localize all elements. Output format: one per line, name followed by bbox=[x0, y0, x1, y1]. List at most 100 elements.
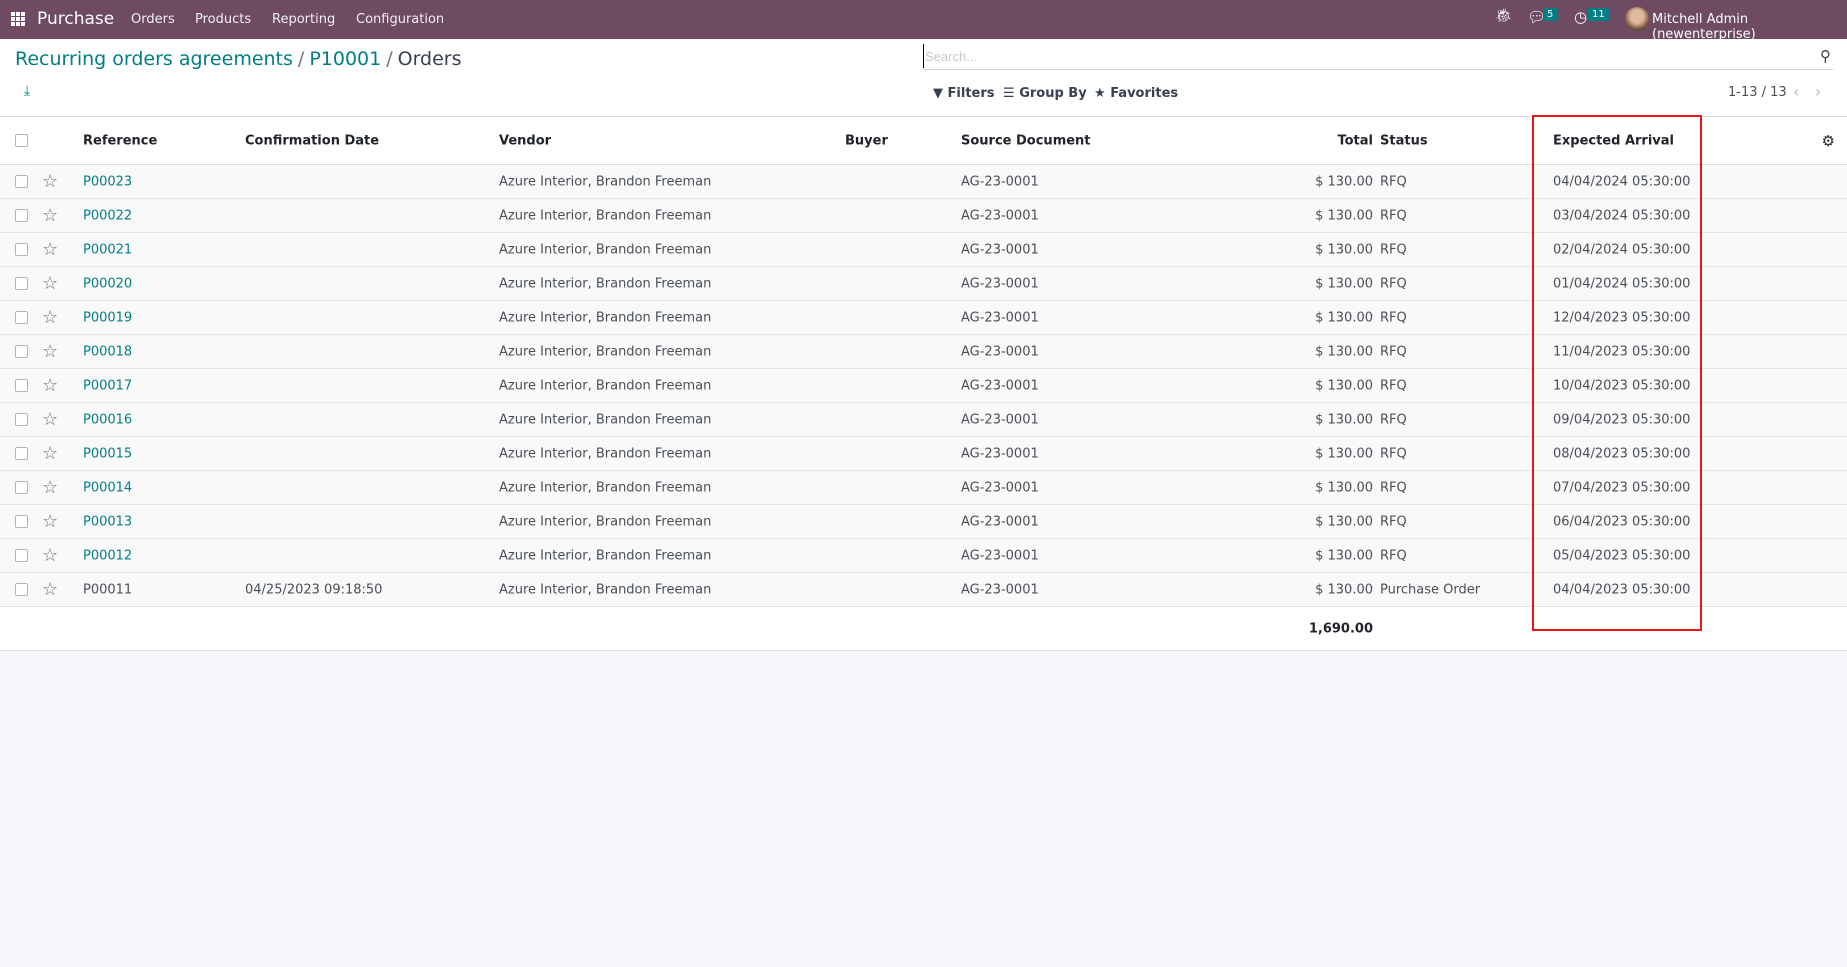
row-checkbox[interactable] bbox=[15, 548, 28, 562]
cell-source-document: AG-23-0001 bbox=[961, 548, 1039, 563]
table-row[interactable]: ☆ P00019 Azure Interior, Brandon Freeman AG… bbox=[0, 301, 1847, 335]
pager-next-icon[interactable]: › bbox=[1815, 82, 1821, 101]
row-checkbox[interactable] bbox=[15, 208, 28, 222]
header-buyer[interactable]: Buyer bbox=[845, 133, 888, 148]
cell-source-document: AG-23-0001 bbox=[961, 344, 1039, 359]
cell-status: RFQ bbox=[1380, 208, 1407, 223]
user-menu[interactable]: Mitchell Admin (newenterprise) bbox=[1652, 12, 1847, 42]
table-header: Reference Confirmation Date Vendor Buyer… bbox=[0, 117, 1847, 165]
cell-expected-arrival: 07/04/2023 05:30:00 bbox=[1553, 480, 1691, 495]
select-all-checkbox[interactable] bbox=[15, 133, 28, 147]
priority-star-icon[interactable]: ☆ bbox=[42, 239, 58, 260]
table-row[interactable]: ☆ P00023 Azure Interior, Brandon Freeman AG… bbox=[0, 165, 1847, 199]
group-by-label: Group By bbox=[1019, 86, 1087, 101]
cell-reference: P00015 bbox=[83, 446, 133, 461]
row-checkbox[interactable] bbox=[15, 378, 28, 392]
cell-reference: P00017 bbox=[83, 378, 133, 393]
search-input[interactable] bbox=[923, 44, 1793, 68]
cell-vendor: Azure Interior, Brandon Freeman bbox=[499, 582, 712, 597]
header-reference[interactable]: Reference bbox=[83, 133, 157, 148]
header-source-document[interactable]: Source Document bbox=[961, 133, 1091, 148]
optional-columns-sliders-icon[interactable]: ⚙ bbox=[1822, 132, 1835, 150]
activities-clock-icon[interactable]: ◷ bbox=[1574, 8, 1587, 26]
filters-button[interactable]: ▼ Filters bbox=[933, 86, 995, 101]
breadcrumb-p10001[interactable]: P10001 bbox=[309, 48, 381, 70]
header-vendor[interactable]: Vendor bbox=[499, 133, 551, 148]
table-row[interactable]: ☆ P00021 Azure Interior, Brandon Freeman AG… bbox=[0, 233, 1847, 267]
table-row[interactable]: ☆ P00013 Azure Interior, Brandon Freeman AG… bbox=[0, 505, 1847, 539]
table-row[interactable]: ☆ P00017 Azure Interior, Brandon Freeman AG… bbox=[0, 369, 1847, 403]
menu-orders[interactable]: Orders bbox=[131, 12, 175, 27]
cell-vendor: Azure Interior, Brandon Freeman bbox=[499, 276, 712, 291]
priority-star-icon[interactable]: ☆ bbox=[42, 171, 58, 192]
table-row[interactable]: ☆ P00020 Azure Interior, Brandon Freeman AG… bbox=[0, 267, 1847, 301]
table-row[interactable]: ☆ P00016 Azure Interior, Brandon Freeman AG… bbox=[0, 403, 1847, 437]
breadcrumb-agreements[interactable]: Recurring orders agreements bbox=[15, 48, 293, 70]
priority-star-icon[interactable]: ☆ bbox=[42, 579, 58, 600]
row-checkbox[interactable] bbox=[15, 480, 28, 494]
row-checkbox[interactable] bbox=[15, 412, 28, 426]
row-checkbox[interactable] bbox=[15, 446, 28, 460]
group-by-button[interactable]: ☰ Group By bbox=[1003, 86, 1087, 101]
user-avatar[interactable] bbox=[1625, 7, 1649, 31]
table-footer: 1,690.00 bbox=[0, 607, 1847, 651]
header-confirmation-date[interactable]: Confirmation Date bbox=[245, 133, 379, 148]
cell-total: $ 130.00 bbox=[1315, 174, 1373, 189]
header-status[interactable]: Status bbox=[1380, 133, 1428, 148]
cell-reference: P00011 bbox=[83, 582, 133, 597]
debug-bug-icon[interactable]: 🐞︎ bbox=[1495, 8, 1513, 24]
cell-source-document: AG-23-0001 bbox=[961, 276, 1039, 291]
priority-star-icon[interactable]: ☆ bbox=[42, 205, 58, 226]
header-expected-arrival[interactable]: Expected Arrival bbox=[1553, 133, 1674, 148]
priority-star-icon[interactable]: ☆ bbox=[42, 443, 58, 464]
table-row[interactable]: ☆ P00011 04/25/2023 09:18:50 Azure Interior… bbox=[0, 573, 1847, 607]
table-row[interactable]: ☆ P00015 Azure Interior, Brandon Freeman AG… bbox=[0, 437, 1847, 471]
row-checkbox[interactable] bbox=[15, 582, 28, 596]
cell-reference: P00022 bbox=[83, 208, 133, 223]
cell-reference: P00023 bbox=[83, 174, 133, 189]
priority-star-icon[interactable]: ☆ bbox=[42, 545, 58, 566]
row-checkbox[interactable] bbox=[15, 344, 28, 358]
cell-reference: P00016 bbox=[83, 412, 133, 427]
priority-star-icon[interactable]: ☆ bbox=[42, 375, 58, 396]
cell-vendor: Azure Interior, Brandon Freeman bbox=[499, 480, 712, 495]
menu-reporting[interactable]: Reporting bbox=[272, 12, 335, 27]
cell-vendor: Azure Interior, Brandon Freeman bbox=[499, 344, 712, 359]
priority-star-icon[interactable]: ☆ bbox=[42, 511, 58, 532]
priority-star-icon[interactable]: ☆ bbox=[42, 409, 58, 430]
menu-products[interactable]: Products bbox=[195, 12, 251, 27]
app-name[interactable]: Purchase bbox=[37, 9, 114, 29]
apps-menu-icon[interactable] bbox=[11, 12, 25, 26]
download-icon[interactable]: ⤓ bbox=[24, 83, 30, 99]
cell-vendor: Azure Interior, Brandon Freeman bbox=[499, 378, 712, 393]
filter-icon: ▼ bbox=[933, 86, 948, 101]
menu-configuration[interactable]: Configuration bbox=[356, 12, 444, 27]
favorites-button[interactable]: ★ Favorites bbox=[1094, 86, 1178, 101]
cell-confirmation-date: 04/25/2023 09:18:50 bbox=[245, 582, 383, 597]
table-row[interactable]: ☆ P00014 Azure Interior, Brandon Freeman AG… bbox=[0, 471, 1847, 505]
priority-star-icon[interactable]: ☆ bbox=[42, 477, 58, 498]
cell-reference: P00021 bbox=[83, 242, 133, 257]
cell-reference: P00012 bbox=[83, 548, 133, 563]
row-checkbox[interactable] bbox=[15, 276, 28, 290]
row-checkbox[interactable] bbox=[15, 242, 28, 256]
pager-previous-icon[interactable]: ‹ bbox=[1793, 82, 1799, 101]
cell-source-document: AG-23-0001 bbox=[961, 310, 1039, 325]
priority-star-icon[interactable]: ☆ bbox=[42, 273, 58, 294]
table-row[interactable]: ☆ P00018 Azure Interior, Brandon Freeman AG… bbox=[0, 335, 1847, 369]
priority-star-icon[interactable]: ☆ bbox=[42, 307, 58, 328]
control-panel: Recurring orders agreements / P10001/Order… bbox=[0, 39, 1847, 117]
row-checkbox[interactable] bbox=[15, 514, 28, 528]
cell-reference: P00019 bbox=[83, 310, 133, 325]
priority-star-icon[interactable]: ☆ bbox=[42, 341, 58, 362]
table-row[interactable]: ☆ P00012 Azure Interior, Brandon Freeman AG… bbox=[0, 539, 1847, 573]
row-checkbox[interactable] bbox=[15, 310, 28, 324]
pager-value[interactable]: 1-13 / 13 bbox=[1728, 85, 1787, 100]
table-row[interactable]: ☆ P00022 Azure Interior, Brandon Freeman AG… bbox=[0, 199, 1847, 233]
search-icon[interactable]: ⚲ bbox=[1820, 47, 1831, 65]
row-checkbox[interactable] bbox=[15, 174, 28, 188]
header-total[interactable]: Total bbox=[1337, 133, 1373, 148]
cell-expected-arrival: 09/04/2023 05:30:00 bbox=[1553, 412, 1691, 427]
breadcrumb-separator: / bbox=[297, 48, 305, 70]
search-bar: ⚲ bbox=[923, 44, 1833, 70]
